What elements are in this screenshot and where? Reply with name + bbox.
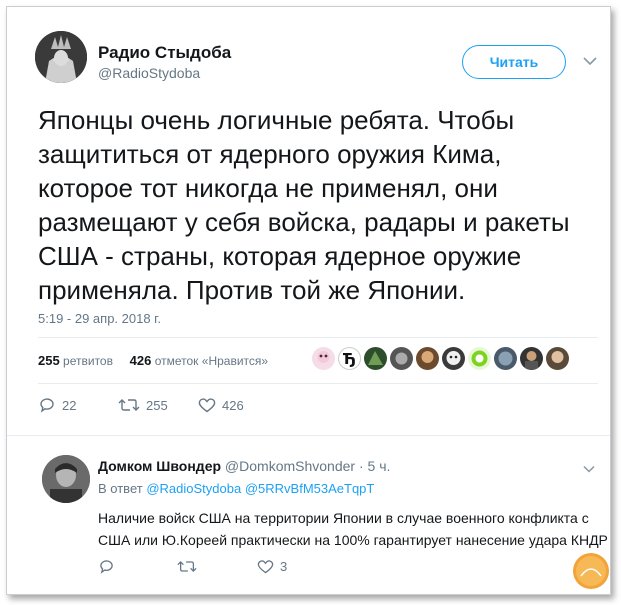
retweets-count[interactable]: 255 xyxy=(38,353,60,368)
liker-avatar[interactable] xyxy=(312,347,335,370)
reply-author-handle[interactable]: @DomkomShvonder xyxy=(225,458,355,474)
tweet-text-line: размещают у себя войска, радары и ракеты xyxy=(38,207,570,237)
caret-down-icon[interactable] xyxy=(583,465,595,473)
reply-separator: · xyxy=(358,458,364,474)
liker-avatar[interactable] xyxy=(468,347,491,370)
like-icon xyxy=(198,398,216,413)
author-handle[interactable]: @RadioStydoba xyxy=(98,65,200,81)
reply-icon xyxy=(100,560,113,574)
divider xyxy=(38,383,598,384)
tweet-text-line: которое тот никогда не применял, они xyxy=(38,173,498,203)
tweet-text-line: защититься от ядерного оружия Кима, xyxy=(38,139,502,169)
reply-author-name[interactable]: Домком Швондер xyxy=(98,458,221,474)
like-action[interactable]: 3 xyxy=(257,559,287,574)
likes-count[interactable]: 426 xyxy=(130,353,152,368)
retweet-action[interactable] xyxy=(177,559,203,574)
like-action[interactable]: 426 xyxy=(198,397,244,413)
tweet-text-line: США - страны, которая ядерное оружие xyxy=(38,241,522,271)
reply-text-line: США или Ю.Кореей практически на 100% гар… xyxy=(98,532,608,548)
like-icon xyxy=(257,560,274,574)
tweet-text-line: Японцы очень логичные ребята. Чтобы xyxy=(38,105,515,135)
reply-text-line: Наличие войск США на территории Японии в… xyxy=(98,510,589,526)
like-count: 426 xyxy=(222,397,244,413)
retweets-label[interactable]: ретвитов xyxy=(63,354,113,368)
author-avatar[interactable] xyxy=(35,31,87,83)
reply-count: 22 xyxy=(62,397,77,413)
liker-avatar[interactable] xyxy=(390,347,413,370)
like-count: 3 xyxy=(280,559,288,574)
likes-label[interactable]: отметок «Нравится» xyxy=(155,354,268,368)
reply-author-avatar[interactable] xyxy=(42,455,90,503)
caret-down-icon[interactable] xyxy=(583,56,597,66)
tweet-card: Радио Стыдоба @RadioStydoba Читать Японц… xyxy=(6,6,611,595)
tweet-text: Японцы очень логичные ребята. Чтобы защи… xyxy=(38,103,603,307)
retweet-icon xyxy=(177,561,197,572)
svg-text:Ђ: Ђ xyxy=(343,350,356,368)
reply-to-mention[interactable]: @5RRvBfM53AeTqpT xyxy=(245,481,375,496)
reply-time[interactable]: 5 ч. xyxy=(368,458,391,474)
liker-avatar[interactable] xyxy=(546,347,569,370)
liker-avatar[interactable] xyxy=(416,347,439,370)
watermark-logo xyxy=(573,553,609,589)
follow-button[interactable]: Читать xyxy=(462,45,566,79)
liker-avatar[interactable] xyxy=(520,347,543,370)
tweet-text-line: применяла. Против той же Японии. xyxy=(38,275,466,305)
divider xyxy=(7,435,610,436)
retweet-action[interactable]: 255 xyxy=(118,397,168,413)
reply-to-prefix: В ответ xyxy=(98,481,143,496)
reply-text: Наличие войск США на территории Японии в… xyxy=(98,507,608,551)
liker-avatar[interactable]: Ђ xyxy=(338,347,361,370)
reply-action[interactable] xyxy=(98,559,121,574)
engagement-stats: 255 ретвитов 426 отметок «Нравится» xyxy=(38,353,268,368)
liker-avatar[interactable] xyxy=(442,347,465,370)
retweet-count: 255 xyxy=(146,397,168,413)
reply-header: Домком Швондер @DomkomShvonder · 5 ч. xyxy=(98,458,390,474)
reply-action[interactable]: 22 xyxy=(38,397,76,413)
divider xyxy=(38,337,598,338)
liker-avatar[interactable] xyxy=(494,347,517,370)
reply-icon xyxy=(40,398,54,413)
author-name[interactable]: Радио Стыдоба xyxy=(98,43,231,63)
tweet-timestamp[interactable]: 5:19 - 29 апр. 2018 г. xyxy=(38,311,161,326)
retweet-icon xyxy=(118,399,140,411)
reply-to-mention[interactable]: @RadioStydoba xyxy=(146,481,241,496)
liker-avatar[interactable] xyxy=(364,347,387,370)
reply-to-line: В ответ @RadioStydoba @5RRvBfM53AeTqpT xyxy=(98,481,374,496)
